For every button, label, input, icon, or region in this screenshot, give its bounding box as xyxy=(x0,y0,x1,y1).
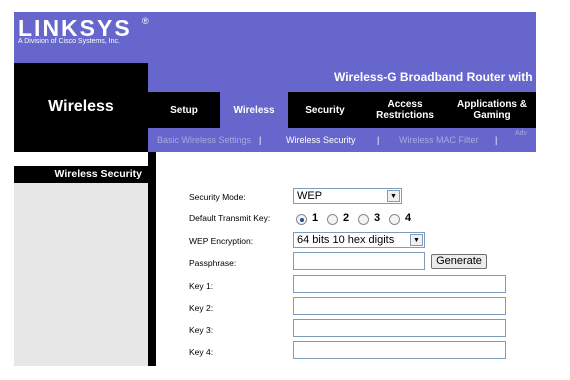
transmit-key-4-label: 4 xyxy=(405,212,412,224)
wep-encryption-label: WEP Encryption: xyxy=(189,236,254,246)
tab-security[interactable]: Security xyxy=(288,92,362,128)
generate-button[interactable]: Generate xyxy=(431,254,487,269)
vertical-divider xyxy=(148,152,156,366)
security-mode-value: WEP xyxy=(297,190,323,202)
tab-wireless[interactable]: Wireless xyxy=(220,92,288,128)
security-mode-label: Security Mode: xyxy=(189,192,246,202)
transmit-key-3-label: 3 xyxy=(374,212,381,224)
section-title: Wireless xyxy=(48,98,114,115)
key-1-label: Key 1: xyxy=(189,281,214,291)
subnav-separator: | xyxy=(495,135,498,145)
transmit-key-1-radio[interactable] xyxy=(296,214,307,225)
key-3-input[interactable] xyxy=(293,319,506,337)
chevron-down-icon[interactable]: ▼ xyxy=(410,234,423,246)
subnav-advanced[interactable]: Adv xyxy=(515,128,527,140)
tab-access-restrictions[interactable]: Access Restrictions xyxy=(362,92,448,128)
default-transmit-key-label: Default Transmit Key: xyxy=(189,213,271,223)
product-name: Wireless-G Broadband Router with Sp xyxy=(334,70,536,84)
subnav-wireless-mac-filter[interactable]: Wireless MAC Filter xyxy=(399,134,479,146)
tab-applications-gaming[interactable]: Applications & Gaming xyxy=(448,92,536,128)
key-3-label: Key 3: xyxy=(189,325,214,335)
logo-registered-mark: ® xyxy=(142,16,149,26)
logo-subtitle: A Division of Cisco Systems, Inc. xyxy=(18,38,120,45)
tab-setup[interactable]: Setup xyxy=(148,92,220,128)
transmit-key-2-label: 2 xyxy=(343,212,350,224)
key-2-label: Key 2: xyxy=(189,303,214,313)
chevron-down-icon[interactable]: ▼ xyxy=(387,190,400,202)
transmit-key-1-label: 1 xyxy=(312,212,319,224)
subnav-separator: | xyxy=(259,135,262,145)
key-1-input[interactable] xyxy=(293,275,506,293)
sidebar-heading: Wireless Security xyxy=(54,168,142,180)
key-4-input[interactable] xyxy=(293,341,506,359)
passphrase-label: Passphrase: xyxy=(189,258,237,268)
sidebar-panel xyxy=(14,166,148,366)
subnav-wireless-security[interactable]: Wireless Security xyxy=(286,134,356,146)
subnav-separator: | xyxy=(377,135,380,145)
subnav-basic-wireless-settings[interactable]: Basic Wireless Settings xyxy=(157,134,251,146)
security-mode-select[interactable]: WEP ▼ xyxy=(293,188,402,204)
key-4-label: Key 4: xyxy=(189,347,214,357)
sidebar-spacer xyxy=(14,152,148,166)
passphrase-input[interactable] xyxy=(293,252,425,270)
transmit-key-4-radio[interactable] xyxy=(389,214,400,225)
key-2-input[interactable] xyxy=(293,297,506,315)
transmit-key-3-radio[interactable] xyxy=(358,214,369,225)
wep-encryption-select[interactable]: 64 bits 10 hex digits ▼ xyxy=(293,232,425,248)
wep-encryption-value: 64 bits 10 hex digits xyxy=(297,234,395,246)
router-admin-page: LINKSYS ® A Division of Cisco Systems, I… xyxy=(0,0,570,380)
transmit-key-2-radio[interactable] xyxy=(327,214,338,225)
